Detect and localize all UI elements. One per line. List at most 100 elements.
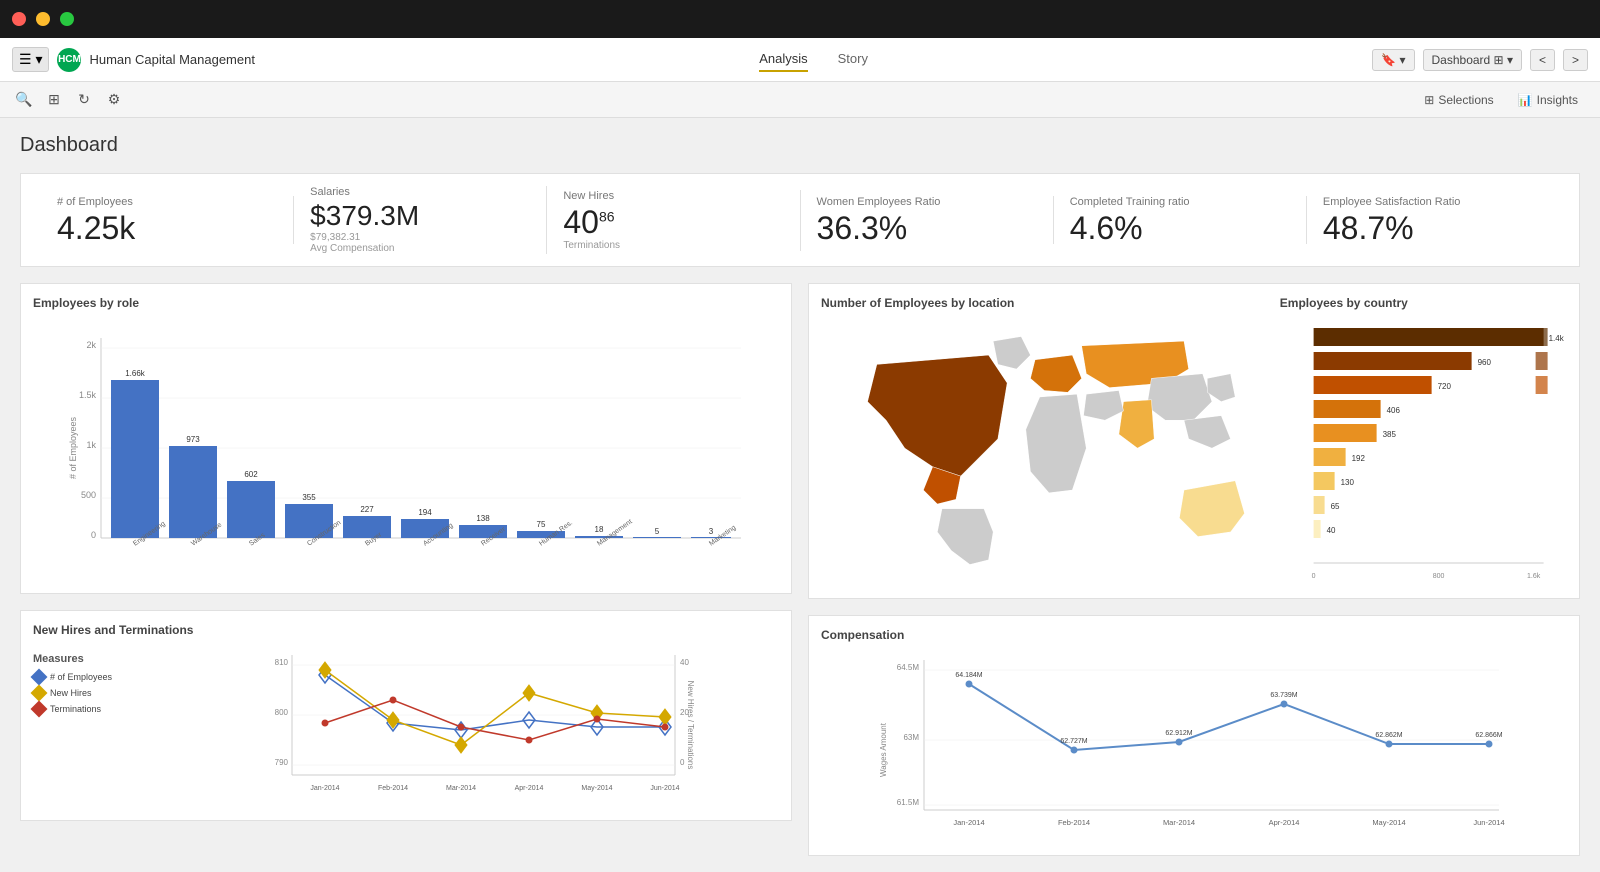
toolbar-right: 🔖 ▾ Dashboard ⊞ ▾ < > bbox=[1372, 49, 1588, 71]
measures-label: Measures bbox=[33, 653, 163, 665]
dashboard-button[interactable]: Dashboard ⊞ ▾ bbox=[1423, 49, 1522, 71]
svg-text:790: 790 bbox=[275, 758, 289, 767]
employees-by-role-title: Employees by role bbox=[33, 296, 779, 310]
compensation-svg: 64.5M 63M 61.5M Wages Amount Jan-2014 Fe… bbox=[821, 650, 1567, 840]
dot-yellow[interactable] bbox=[36, 12, 50, 26]
legend-new-hires: New Hires bbox=[33, 687, 163, 699]
svg-text:500: 500 bbox=[81, 490, 96, 500]
kpi-women-label: Women Employees Ratio bbox=[817, 196, 1037, 208]
new-hires-svg: 810 800 790 40 20 0 New Hires / Terminat… bbox=[171, 645, 779, 805]
main-grid: Employees by role 2k 1.5k 1k 500 0 bbox=[20, 283, 1580, 856]
insights-label: Insights bbox=[1537, 93, 1578, 107]
kpi-new-hires-sub: Terminations bbox=[563, 240, 783, 251]
svg-text:# of Employees: # of Employees bbox=[68, 416, 78, 479]
svg-text:64.184M: 64.184M bbox=[955, 672, 982, 679]
svg-text:Mar-2014: Mar-2014 bbox=[1163, 818, 1195, 827]
svg-text:385: 385 bbox=[1382, 430, 1396, 439]
kpi-new-hires-label: New Hires bbox=[563, 190, 783, 202]
employees-by-country-title: Employees by country bbox=[1280, 296, 1567, 310]
svg-text:61.5M: 61.5M bbox=[897, 798, 920, 807]
app-icon: HCM bbox=[57, 48, 81, 72]
svg-text:62.866M: 62.866M bbox=[1475, 732, 1502, 739]
legend-terminations-label: Terminations bbox=[50, 704, 101, 714]
settings-icon[interactable]: ⚙ bbox=[102, 88, 126, 112]
svg-text:1k: 1k bbox=[86, 440, 96, 450]
svg-text:Feb-2014: Feb-2014 bbox=[378, 785, 408, 792]
employees-by-role-card: Employees by role 2k 1.5k 1k 500 0 bbox=[20, 283, 792, 594]
svg-text:194: 194 bbox=[418, 508, 432, 517]
svg-text:May-2014: May-2014 bbox=[581, 785, 612, 792]
svg-text:May-2014: May-2014 bbox=[1372, 818, 1405, 827]
svg-text:5: 5 bbox=[655, 527, 660, 536]
svg-text:720: 720 bbox=[1437, 382, 1451, 391]
measures-legend: Measures # of Employees New Hires Termin… bbox=[33, 645, 163, 808]
svg-text:62.862M: 62.862M bbox=[1375, 732, 1402, 739]
kpi-training-label: Completed Training ratio bbox=[1070, 196, 1290, 208]
legend-new-hires-label: New Hires bbox=[50, 688, 92, 698]
kpi-new-hires-value: 4086 bbox=[563, 206, 783, 238]
svg-text:Feb-2014: Feb-2014 bbox=[1058, 818, 1090, 827]
kpi-salaries-sub: $79,382.31 Avg Compensation bbox=[310, 232, 530, 254]
refresh-icon[interactable]: ↻ bbox=[72, 88, 96, 112]
svg-text:Jun-2014: Jun-2014 bbox=[650, 785, 679, 792]
compensation-title: Compensation bbox=[821, 628, 1567, 642]
dashboard-title: Dashboard bbox=[20, 134, 1580, 157]
dot-red[interactable] bbox=[12, 12, 26, 26]
nav-tabs: Analysis Story bbox=[263, 47, 1364, 72]
toolbar2-right: ⊞ Selections 📊 Insights bbox=[1414, 89, 1588, 111]
grid-icon[interactable]: ⊞ bbox=[42, 88, 66, 112]
legend-employees-icon bbox=[31, 669, 48, 686]
svg-text:Jun-2014: Jun-2014 bbox=[1473, 818, 1504, 827]
svg-text:1.66k: 1.66k bbox=[125, 369, 146, 378]
svg-text:0: 0 bbox=[1311, 573, 1315, 580]
tab-story[interactable]: Story bbox=[838, 47, 868, 72]
dashboard-area: Dashboard # of Employees 4.25k Salaries … bbox=[0, 118, 1600, 872]
nav-next-button[interactable]: > bbox=[1563, 49, 1588, 71]
kpi-women-ratio: Women Employees Ratio 36.3% bbox=[801, 196, 1054, 244]
new-hires-terminations-title: New Hires and Terminations bbox=[33, 623, 779, 637]
insights-icon: 📊 bbox=[1518, 93, 1533, 107]
svg-text:355: 355 bbox=[302, 493, 316, 502]
kpi-salaries: Salaries $379.3M $79,382.31 Avg Compensa… bbox=[294, 186, 547, 254]
kpi-row: # of Employees 4.25k Salaries $379.3M $7… bbox=[20, 173, 1580, 267]
svg-text:2k: 2k bbox=[86, 340, 96, 350]
svg-text:138: 138 bbox=[476, 514, 490, 523]
svg-text:40: 40 bbox=[680, 658, 689, 667]
kpi-training: Completed Training ratio 4.6% bbox=[1054, 196, 1307, 244]
dot-green[interactable] bbox=[60, 12, 74, 26]
svg-text:Jan-2014: Jan-2014 bbox=[953, 818, 984, 827]
svg-text:973: 973 bbox=[186, 435, 200, 444]
svg-text:192: 192 bbox=[1351, 454, 1365, 463]
svg-text:65: 65 bbox=[1330, 502, 1339, 511]
bookmark-button[interactable]: 🔖 ▾ bbox=[1372, 49, 1414, 71]
legend-employees: # of Employees bbox=[33, 671, 163, 683]
svg-text:Apr-2014: Apr-2014 bbox=[515, 785, 544, 792]
tab-analysis[interactable]: Analysis bbox=[759, 47, 807, 72]
second-toolbar: 🔍 ⊞ ↻ ⚙ ⊞ Selections 📊 Insights bbox=[0, 82, 1600, 118]
hamburger-button[interactable]: ☰ ▾ bbox=[12, 47, 49, 72]
svg-text:227: 227 bbox=[360, 505, 374, 514]
legend-new-hires-icon bbox=[31, 685, 48, 702]
svg-text:0: 0 bbox=[680, 758, 685, 767]
nav-prev-button[interactable]: < bbox=[1530, 49, 1555, 71]
svg-text:63.739M: 63.739M bbox=[1270, 692, 1297, 699]
svg-text:130: 130 bbox=[1340, 478, 1354, 487]
svg-text:Jan-2014: Jan-2014 bbox=[310, 785, 339, 792]
svg-text:Apr-2014: Apr-2014 bbox=[1269, 818, 1300, 827]
kpi-employees: # of Employees 4.25k bbox=[41, 196, 294, 244]
right-column: Number of Employees by location bbox=[808, 283, 1580, 856]
top-toolbar: ☰ ▾ HCM Human Capital Management Analysi… bbox=[0, 38, 1600, 82]
svg-text:406: 406 bbox=[1386, 406, 1400, 415]
svg-text:1.4k: 1.4k bbox=[1548, 334, 1564, 343]
legend-employees-label: # of Employees bbox=[50, 672, 112, 682]
svg-text:64.5M: 64.5M bbox=[897, 663, 920, 672]
svg-text:1.6k: 1.6k bbox=[1527, 573, 1541, 580]
selections-button[interactable]: ⊞ Selections bbox=[1414, 89, 1503, 111]
svg-text:602: 602 bbox=[244, 470, 258, 479]
search-icon[interactable]: 🔍 bbox=[12, 88, 36, 112]
employees-by-location-title: Number of Employees by location bbox=[821, 296, 1268, 310]
insights-button[interactable]: 📊 Insights bbox=[1508, 89, 1588, 111]
svg-text:800: 800 bbox=[1433, 573, 1445, 580]
svg-text:800: 800 bbox=[275, 708, 289, 717]
kpi-new-hires: New Hires 4086 Terminations bbox=[547, 190, 800, 251]
